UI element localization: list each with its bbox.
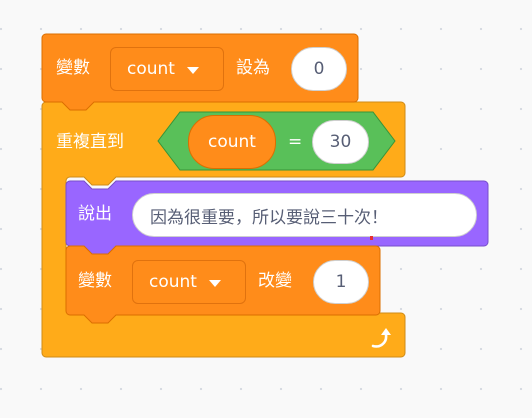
change-value-input[interactable]: 1 (313, 260, 369, 304)
say-message-input[interactable]: 因為很重要，所以要說三十次！ (132, 193, 477, 237)
change-by-label: 改變 (258, 271, 292, 291)
change-variable-dropdown-value: count (149, 272, 197, 292)
text-cursor (370, 236, 373, 240)
set-value-input[interactable]: 0 (291, 47, 347, 91)
set-to-label: 設為 (236, 58, 270, 78)
count-variable-reporter[interactable]: count (188, 115, 276, 169)
variable-dropdown-value: count (127, 59, 175, 79)
variable-dropdown[interactable]: count (110, 47, 224, 91)
chevron-down-icon (186, 66, 199, 74)
change-variable-label: 變數 (78, 271, 112, 291)
change-variable-dropdown[interactable]: count (132, 260, 246, 304)
condition-value-input[interactable]: 30 (312, 120, 369, 164)
set-variable-label: 變數 (56, 58, 90, 78)
chevron-down-icon (208, 279, 221, 287)
say-label: 說出 (78, 204, 112, 224)
equals-operator-symbol: = (288, 132, 303, 152)
repeat-until-label: 重複直到 (56, 132, 124, 152)
